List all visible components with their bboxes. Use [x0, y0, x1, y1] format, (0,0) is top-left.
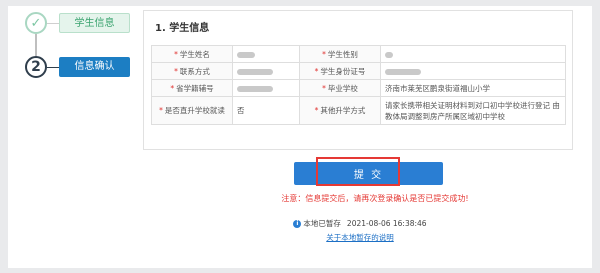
redacted-value: [237, 51, 255, 58]
submit-notice: 注意：信息提交后，请再次登录确认是否已提交成功!: [281, 194, 469, 203]
step2-button[interactable]: 信息确认: [59, 57, 130, 77]
step1-check-icon: ✓: [25, 12, 47, 34]
info-icon: i: [293, 220, 302, 228]
value-cell: [380, 45, 566, 63]
step-line: [35, 34, 37, 56]
table-row: * 省学籍辅号 * 毕业学校 济南市莱芜区鹏泉街道福山小学: [151, 79, 566, 97]
value-cell: [232, 45, 300, 63]
student-info-table: * 学生姓名 * 学生性别 * 联系方式 * 学生身份证号 * 省学籍辅号 * 毕业学校 济…: [151, 45, 566, 125]
card-title: 1. 学生信息: [155, 23, 210, 34]
table-row: * 联系方式 * 学生身份证号: [151, 62, 566, 80]
label-cell: * 是否直升学校就读: [151, 96, 233, 125]
value-cell: 济南市莱芜区鹏泉街道福山小学: [380, 79, 566, 97]
label-cell: * 学生姓名: [151, 45, 233, 63]
value-cell: [232, 62, 300, 80]
redacted-value: [237, 68, 273, 75]
redacted-value: [237, 85, 273, 92]
highlight-box: [316, 157, 400, 186]
step2-number-icon: 2: [25, 56, 47, 78]
label-cell: * 学生性别: [299, 45, 381, 63]
step2-connector: [47, 67, 59, 68]
value-cell: [232, 79, 300, 97]
label-cell: * 学生身份证号: [299, 62, 381, 80]
label-cell: * 联系方式: [151, 62, 233, 80]
label-cell: * 毕业学校: [299, 79, 381, 97]
redacted-value: [385, 68, 421, 75]
saved-text: 本地已暂存: [303, 219, 341, 228]
value-cell: [380, 62, 566, 80]
step1-connector: [47, 23, 59, 24]
value-cell: 请家长携带相关证明材料到对口初中学校进行登记 由教体局调整到房产所属区域初中学校: [380, 96, 566, 125]
redacted-value: [385, 51, 393, 58]
value-cell: 否: [232, 96, 300, 125]
step1-button[interactable]: 学生信息: [59, 13, 130, 33]
student-info-card: 1. 学生信息 * 学生姓名 * 学生性别 * 联系方式 * 学生身份证号 * 省学籍辅号…: [143, 10, 573, 150]
label-cell: * 其他升学方式: [299, 96, 381, 125]
saved-time: 2021-08-06 16:38:46: [346, 219, 427, 228]
local-save-status: i 本地已暂存 2021-08-06 16:38:46: [260, 218, 460, 229]
table-row: * 是否直升学校就读 否 * 其他升学方式 请家长携带相关证明材料到对口初中学校进行…: [151, 96, 566, 125]
local-save-help-link[interactable]: 关于本地暂存的说明: [260, 232, 460, 243]
table-row: * 学生姓名 * 学生性别: [151, 45, 566, 63]
label-cell: * 省学籍辅号: [151, 79, 233, 97]
